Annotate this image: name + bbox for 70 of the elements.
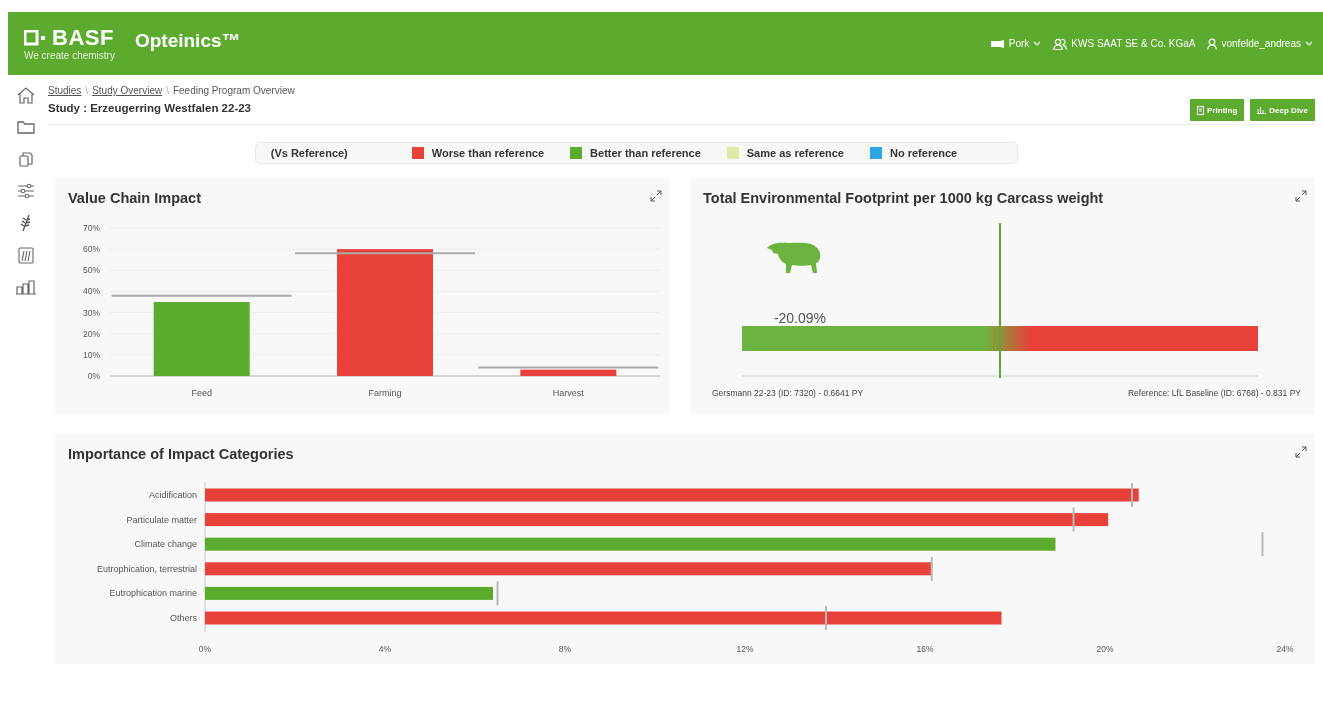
category-label: Eutrophication, terrestrial <box>96 563 197 574</box>
legend-label: Worse than reference <box>431 147 545 159</box>
bar-chart-icon[interactable] <box>15 279 36 295</box>
category-label: Harvest <box>552 388 584 398</box>
axis-tick-label: 12% <box>736 644 754 654</box>
axis-tick-label: 50% <box>83 265 100 276</box>
documents-icon[interactable] <box>18 151 33 167</box>
category-label: Feed <box>191 388 212 398</box>
document-icon <box>1197 105 1205 115</box>
axis-tick-label: 8% <box>558 644 572 654</box>
expand-icon[interactable] <box>650 190 662 202</box>
panel-title: Value Chain Impact <box>68 190 201 208</box>
breadcrumb-separator: \ <box>166 85 169 96</box>
app-name: Opteinics™ <box>134 29 241 52</box>
category-label: Particulate matter <box>126 514 197 525</box>
reference-line <box>930 555 933 582</box>
category-label: Eutrophication marine <box>109 588 197 599</box>
home-icon[interactable] <box>16 86 35 104</box>
breadcrumb-link[interactable]: Studies <box>48 85 82 96</box>
reference-line <box>1131 482 1133 508</box>
reference-line <box>825 605 827 631</box>
axis-tick-label: 30% <box>83 307 100 318</box>
panel-title: Total Environmental Footprint per 1000 kg Carcass weight <box>703 190 1104 208</box>
sliders-icon[interactable] <box>16 183 35 199</box>
people-icon <box>1053 37 1068 50</box>
category-label: Farming <box>368 388 402 398</box>
axis-tick-label: 24% <box>1276 644 1294 654</box>
breadcrumb-link[interactable]: Study Overview <box>92 85 163 96</box>
nav-company-menu[interactable]: KWS SAAT SE & Co. KGaA <box>1053 37 1196 50</box>
folder-icon[interactable] <box>16 120 35 134</box>
study-title: Study : Erzeugerring Westfalen 22-23 <box>48 102 252 114</box>
printing-button[interactable]: Printing <box>1190 99 1245 121</box>
reference-line <box>1072 506 1075 533</box>
axis-tick-label: 60% <box>83 244 100 255</box>
legend-title: (Vs Reference) <box>270 147 348 159</box>
axis-tick-label: 16% <box>916 644 934 654</box>
expand-icon[interactable] <box>1295 446 1307 458</box>
bar-chart-icon <box>1257 106 1267 114</box>
panel-title: Importance of Impact Categories <box>68 446 294 464</box>
category-label: Acidification <box>148 490 197 500</box>
axis-tick-label: 20% <box>83 328 100 339</box>
breadcrumb-current: Feeding Program Overview <box>172 85 295 96</box>
reference-line <box>496 580 499 607</box>
logo-wordmark: BASF <box>52 26 114 49</box>
nav-species-menu[interactable]: Pork <box>990 38 1042 49</box>
person-icon <box>1207 37 1218 50</box>
expand-icon[interactable] <box>1295 190 1307 202</box>
nav-user-menu[interactable]: vonfelde_andreas <box>1207 37 1313 50</box>
legend-label: Better than reference <box>590 147 701 159</box>
study-label: Gersmann 22-23 (ID: 7320) - 0.6641 PY <box>712 388 864 398</box>
category-label: Climate change <box>134 539 197 550</box>
reference-label: Reference: LfL Baseline (ID: 6768) - 0.831 PY <box>1127 388 1301 398</box>
percentage-change: -20.09% <box>773 310 827 326</box>
axis-tick-label: 0% <box>198 644 212 654</box>
reference-line <box>1261 531 1264 558</box>
legend-label: No reference <box>890 147 958 159</box>
axis-tick-label: 40% <box>83 286 100 297</box>
axis-tick-label: 4% <box>378 644 392 654</box>
axis-tick-label: 20% <box>1096 644 1114 654</box>
deep-dive-button[interactable]: Deep Dive <box>1250 99 1315 121</box>
logo-squares-icon <box>24 29 48 46</box>
axis-tick-label: 10% <box>83 349 100 360</box>
wheat-icon[interactable] <box>19 214 32 232</box>
breadcrumb-separator: \ <box>85 85 89 96</box>
axis-tick-label: 0% <box>87 371 100 381</box>
axis-tick-label: 70% <box>83 223 100 233</box>
logo-tagline: We create chemistry <box>24 49 115 61</box>
category-label: Others <box>170 613 197 623</box>
field-crop-icon[interactable] <box>17 246 34 264</box>
legend-label: Same as reference <box>746 147 844 159</box>
